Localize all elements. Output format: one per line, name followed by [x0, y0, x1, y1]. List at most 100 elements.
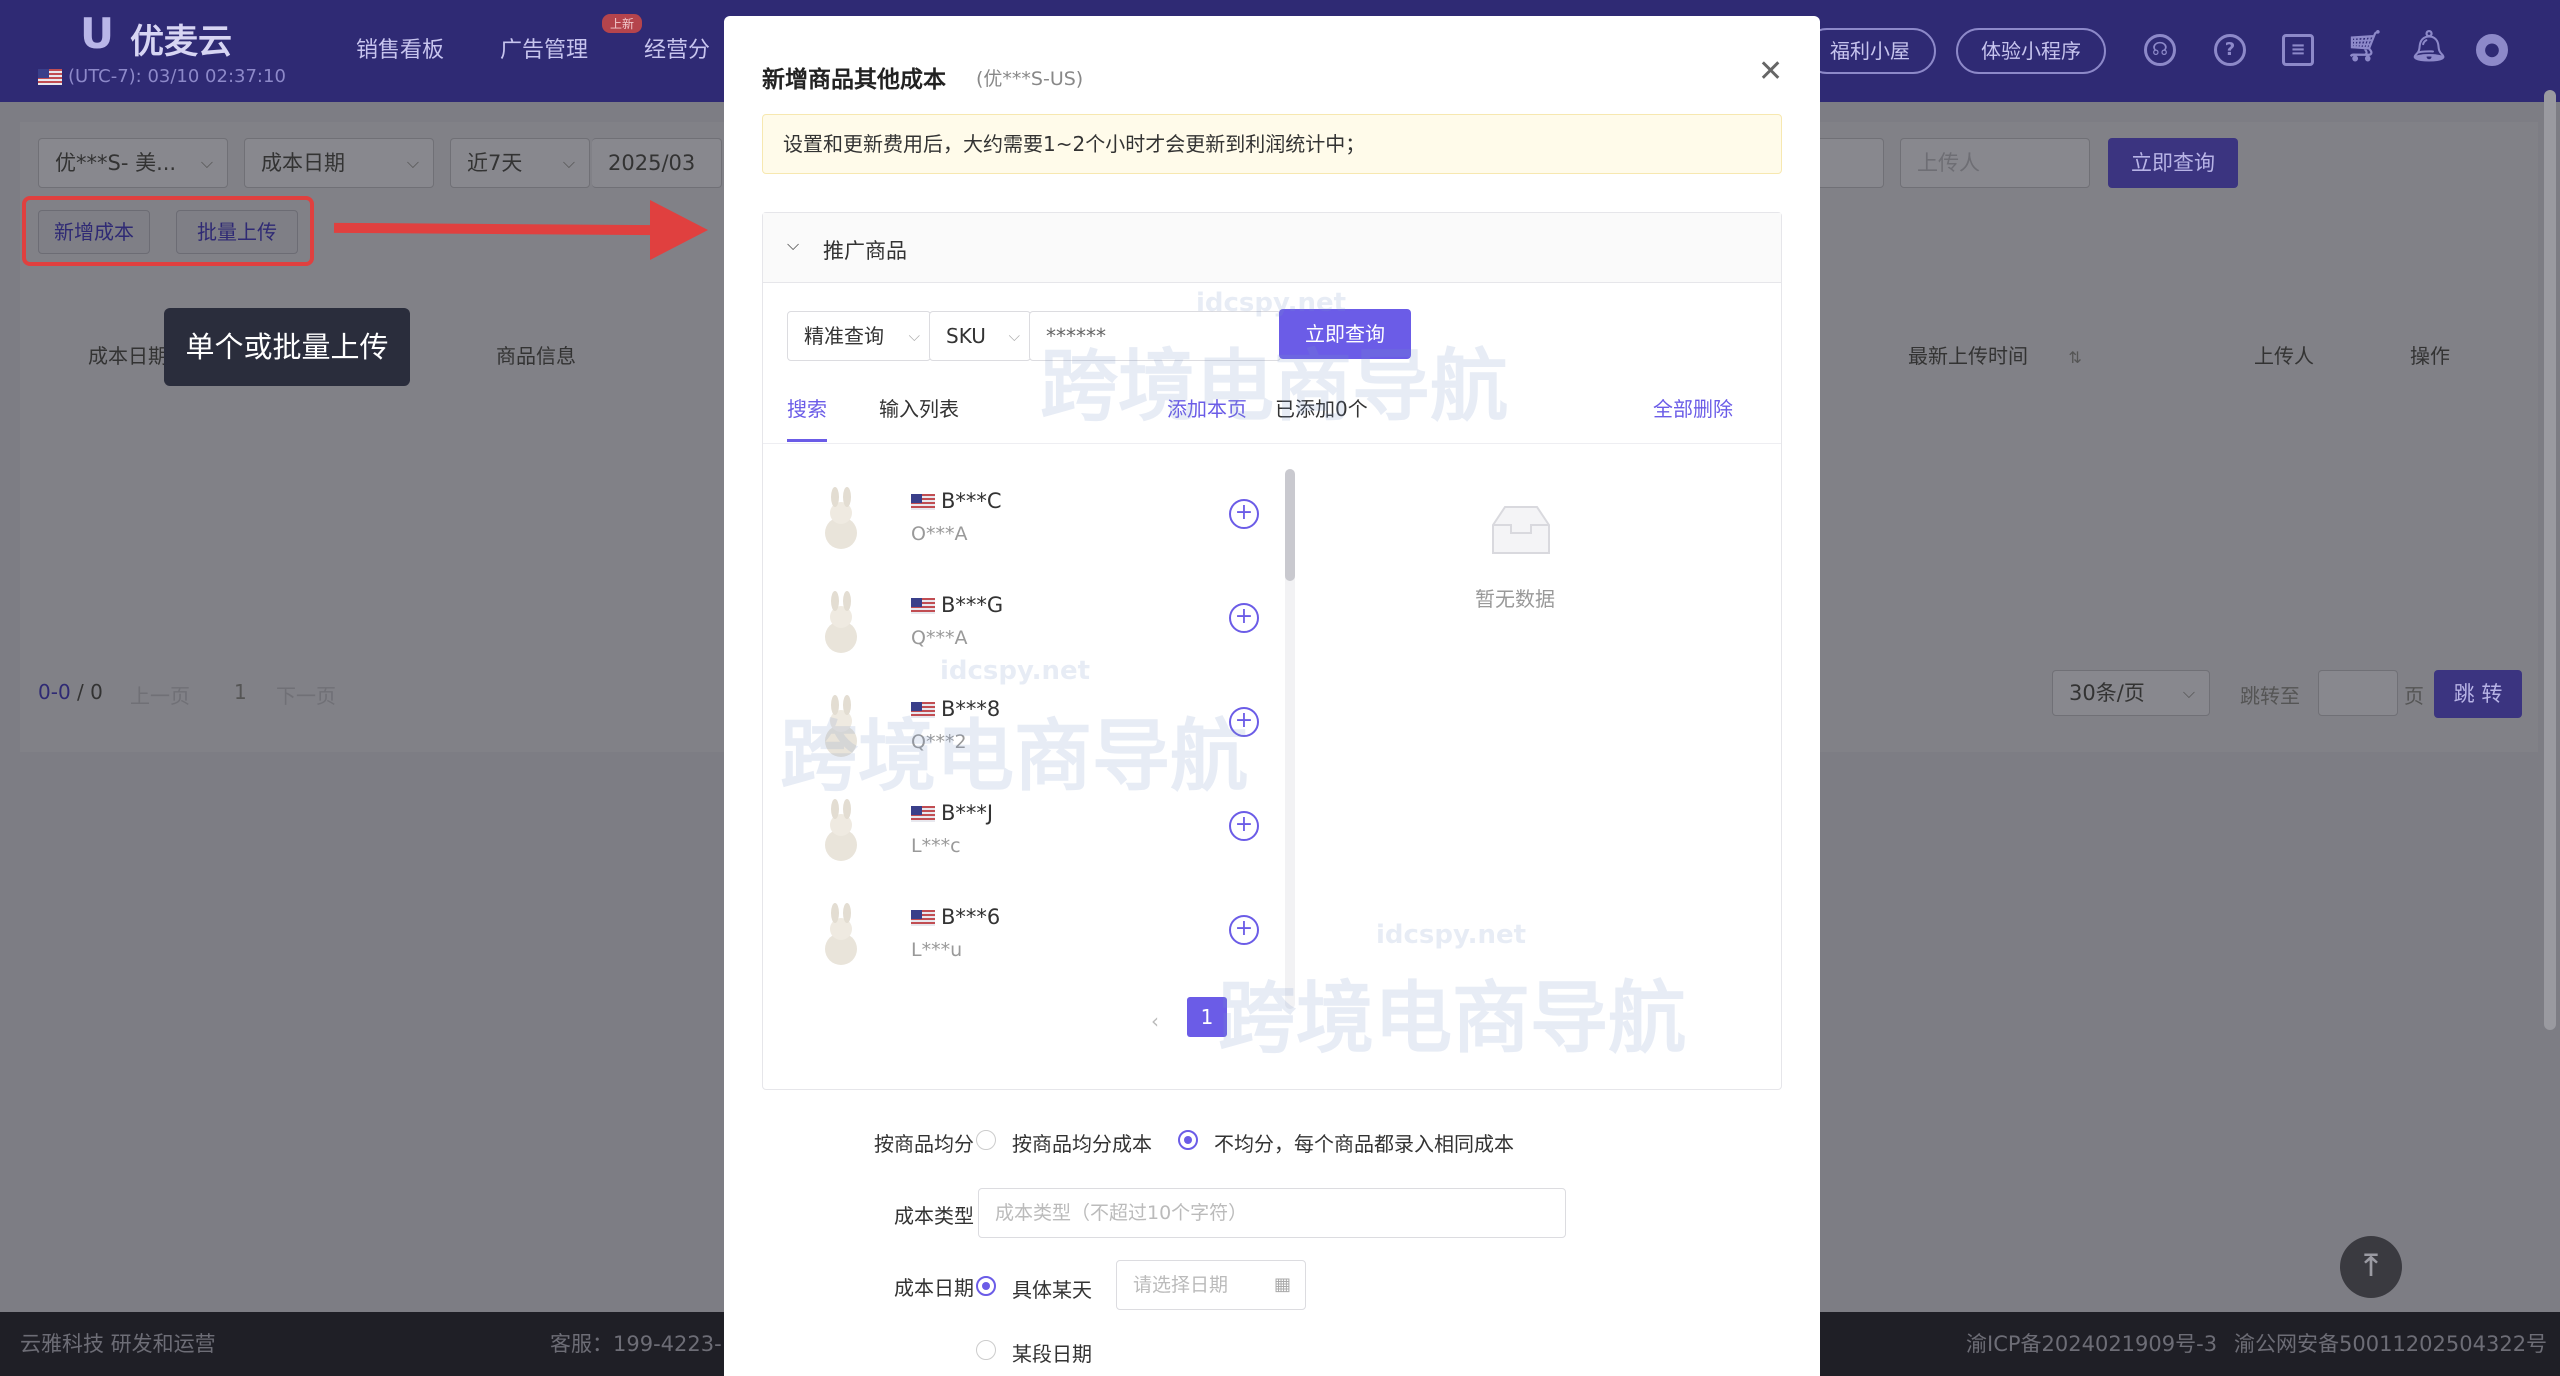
date-picker-input[interactable]: 请选择日期 ▦ — [1116, 1260, 1306, 1310]
panel-header[interactable]: ⌵ 推广商品 — [763, 213, 1781, 283]
add-product-icon[interactable]: + — [1229, 915, 1259, 945]
product-asin: O***A — [911, 523, 968, 545]
list-item: B***J L***c + — [763, 781, 1263, 885]
split-label: 按商品均分 — [874, 1132, 974, 1156]
col-cost-date: 成本日期 — [88, 344, 168, 368]
product-asin: Q***A — [911, 627, 968, 649]
product-thumbnail — [825, 903, 857, 965]
search-mode-select[interactable]: 精准查询 ⌵ — [787, 311, 931, 361]
mini-program-button[interactable]: 体验小程序 — [1956, 28, 2106, 74]
modal-subtitle: (优***S-US) — [976, 68, 1084, 90]
date-start-input[interactable]: 2025/03 — [592, 138, 722, 188]
list-item: B***6 L***u + — [763, 885, 1263, 989]
shop-select[interactable]: 优***S- 美... ⌵ — [38, 138, 228, 188]
delete-all-link[interactable]: 全部删除 — [1653, 393, 1733, 422]
date-range-option[interactable]: 某段日期 — [1012, 1338, 1092, 1367]
page-number[interactable]: 1 — [234, 680, 247, 704]
panel-title: 推广商品 — [823, 239, 907, 263]
specific-day-radio[interactable] — [976, 1276, 996, 1296]
active-tab-indicator — [787, 439, 827, 442]
nav-ads-management[interactable]: 广告管理 — [500, 32, 588, 64]
nav-business-analysis[interactable]: 经营分 — [644, 32, 710, 64]
product-panel: ⌵ 推广商品 精准查询 ⌵ SKU ⌵ ****** 立即查询 搜索 输入列表 添加… — [762, 212, 1782, 1090]
us-flag-icon — [911, 702, 935, 718]
empty-box-icon — [1492, 506, 1550, 554]
timezone-clock: (UTC-7): 03/10 02:37:10 — [38, 66, 286, 87]
avatar[interactable]: ● — [2476, 34, 2508, 66]
add-cost-modal: 新增商品其他成本 (优***S-US) ✕ 设置和更新费用后，大约需要1~2个小… — [724, 16, 1820, 1376]
batch-upload-button[interactable]: 批量上传 — [176, 210, 298, 254]
add-product-icon[interactable]: + — [1229, 811, 1259, 841]
tab-search[interactable]: 搜索 — [787, 393, 827, 422]
close-icon[interactable]: ✕ — [1758, 54, 1783, 89]
pointer-arrow-head — [650, 200, 708, 260]
footer-police: 渝公网安备50011202504322号 — [2234, 1332, 2548, 1356]
split-none-option[interactable]: 不均分，每个商品都录入相同成本 — [1214, 1128, 1514, 1157]
product-thumbnail — [825, 591, 857, 653]
bell-icon[interactable]: 🔔︎ — [2410, 32, 2448, 66]
next-page-button[interactable]: 下一页 — [276, 680, 336, 709]
add-product-icon[interactable]: + — [1229, 603, 1259, 633]
split-even-option[interactable]: 按商品均分成本 — [1012, 1128, 1152, 1157]
back-to-top-button[interactable]: ⤒ — [2340, 1236, 2402, 1298]
prev-page-button[interactable]: 上一页 — [130, 680, 190, 709]
add-cost-button[interactable]: 新增成本 — [38, 210, 150, 254]
footer-service: 客服：199-4223- — [550, 1332, 722, 1356]
jump-button[interactable]: 跳 转 — [2434, 670, 2522, 718]
calendar-icon: ▦ — [1273, 1274, 1291, 1295]
product-list-scrollbar[interactable] — [1285, 469, 1295, 1009]
product-asin: Q***2 — [911, 731, 967, 753]
cost-date-label: 成本日期 — [894, 1276, 974, 1300]
date-range-select[interactable]: 近7天 ⌵ — [450, 138, 590, 188]
us-flag-icon — [911, 598, 935, 614]
add-product-icon[interactable]: + — [1229, 707, 1259, 737]
product-sku: B***8 — [911, 697, 1000, 721]
us-flag-icon — [38, 69, 62, 85]
scrollbar-thumb[interactable] — [1285, 469, 1295, 581]
modal-query-button[interactable]: 立即查询 — [1279, 309, 1411, 359]
date-range-radio[interactable] — [976, 1340, 996, 1360]
added-count: 已添加0个 — [1275, 397, 1368, 421]
col-uploader: 上传人 — [2254, 344, 2314, 368]
split-even-radio[interactable] — [976, 1130, 996, 1150]
empty-text: 暂无数据 — [1475, 587, 1555, 611]
product-sku: B***6 — [911, 905, 1000, 929]
update-notice: 设置和更新费用后，大约需要1~2个小时才会更新到利润统计中； — [762, 114, 1782, 174]
help-icon[interactable]: ? — [2214, 34, 2246, 66]
query-button[interactable]: 立即查询 — [2108, 138, 2238, 188]
col-product-info: 商品信息 — [496, 344, 576, 368]
welfare-hut-button[interactable]: 福利小屋 — [1804, 28, 1936, 74]
add-page-link[interactable]: 添加本页 — [1167, 393, 1247, 422]
footer-icp: 渝ICP备2024021909号-3 — [1966, 1332, 2218, 1356]
new-badge: 上新 — [602, 14, 643, 33]
us-flag-icon — [911, 910, 935, 926]
per-page-select[interactable]: 30条/页 ⌵ — [2052, 670, 2210, 716]
cost-type-input[interactable]: 成本类型（不超过10个字符） — [978, 1188, 1566, 1238]
search-input[interactable]: ****** — [1029, 311, 1281, 361]
jump-page-input[interactable] — [2318, 670, 2398, 716]
col-upload-time: 最新上传时间 ⇅ — [1908, 344, 2082, 368]
tab-input-list[interactable]: 输入列表 — [879, 393, 959, 422]
logo-icon: U — [80, 9, 115, 58]
add-product-icon[interactable]: + — [1229, 499, 1259, 529]
search-field-select[interactable]: SKU ⌵ — [929, 311, 1031, 361]
product-asin: L***u — [911, 939, 963, 961]
list-item: B***8 Q***2 + — [763, 677, 1263, 781]
list-item: B***C O***A + — [763, 469, 1263, 573]
chevron-left-icon[interactable]: ‹ — [1151, 1009, 1159, 1033]
product-sku: B***J — [911, 801, 993, 825]
pager-summary: 0-0 / 0 — [38, 680, 103, 704]
date-type-select[interactable]: 成本日期 ⌵ — [244, 138, 434, 188]
message-icon[interactable]: ≡ — [2282, 34, 2314, 66]
product-thumbnail — [825, 799, 857, 861]
uploader-input[interactable]: 上传人 — [1900, 138, 2090, 188]
cart-icon[interactable]: 🛒︎ — [2346, 32, 2384, 66]
current-page-button[interactable]: 1 — [1187, 997, 1227, 1037]
page-scrollbar[interactable] — [2544, 90, 2556, 1030]
customer-service-icon[interactable]: ☊ — [2144, 34, 2176, 66]
chevron-down-icon: ⌵ — [787, 235, 800, 254]
jump-label: 跳转至 — [2240, 684, 2300, 708]
nav-sales-board[interactable]: 销售看板 — [356, 32, 444, 64]
split-none-radio[interactable] — [1178, 1130, 1198, 1150]
specific-day-option[interactable]: 具体某天 — [1012, 1274, 1092, 1303]
